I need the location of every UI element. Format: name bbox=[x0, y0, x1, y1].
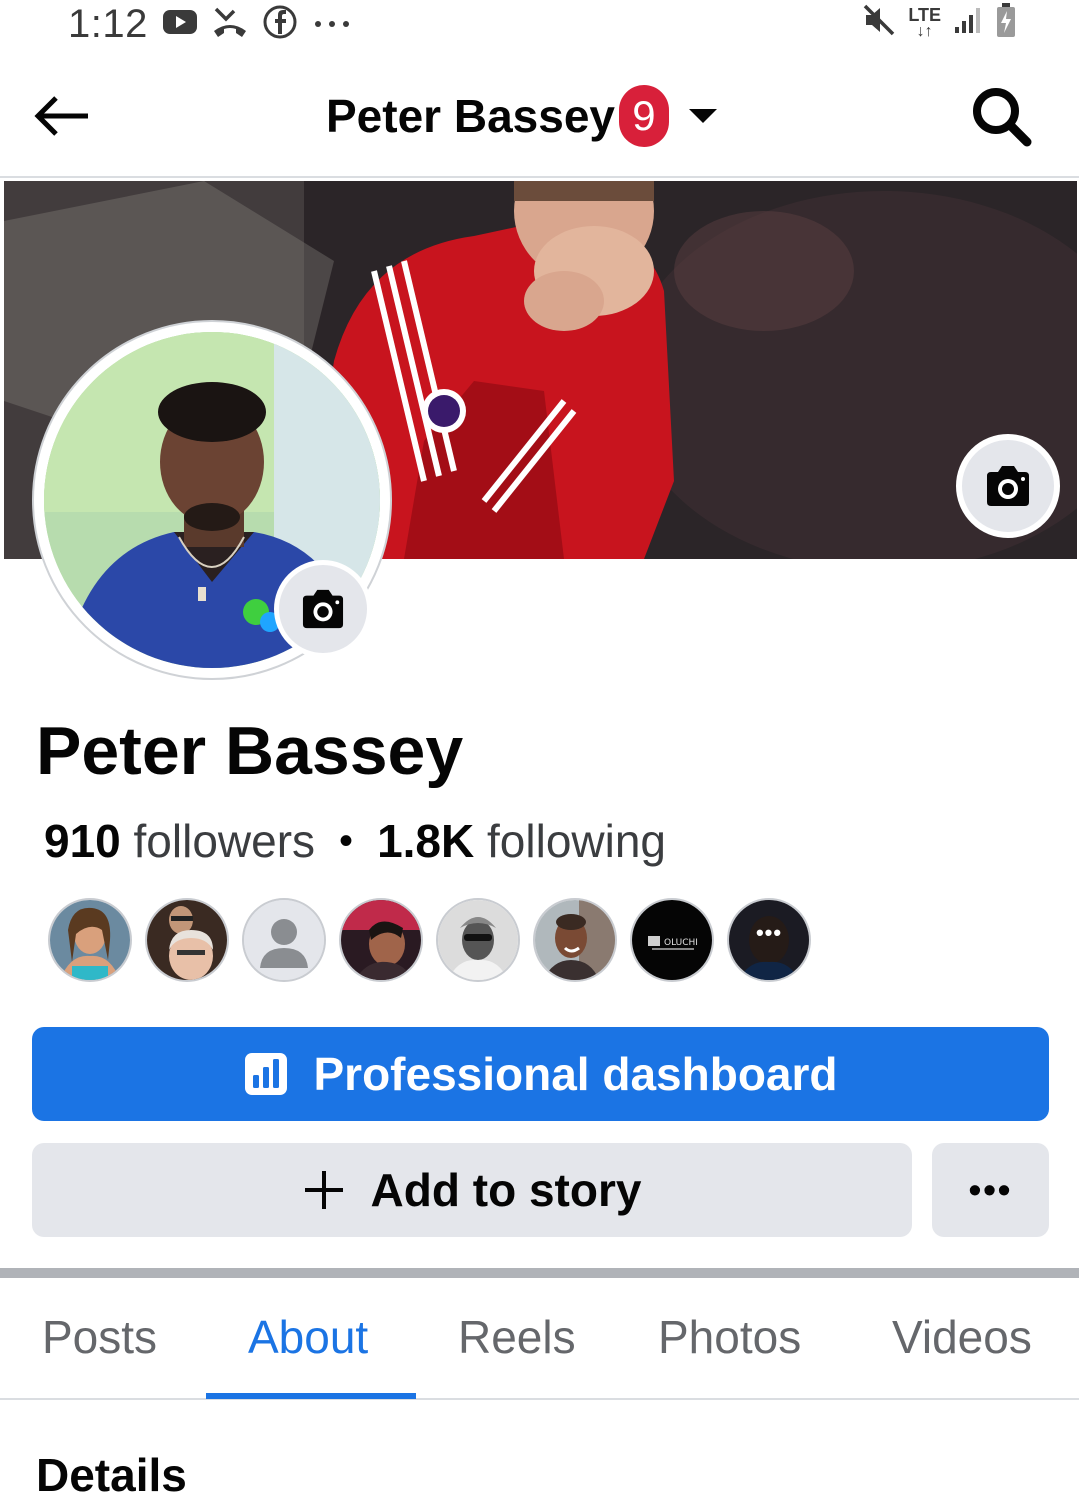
status-icons-right: LTE ↓↑ bbox=[862, 2, 1017, 43]
followers-label: followers bbox=[133, 815, 316, 867]
see-more-friends-button[interactable]: ••• bbox=[727, 898, 811, 982]
add-to-story-button[interactable]: Add to story bbox=[32, 1143, 912, 1237]
following-label: following bbox=[487, 815, 667, 867]
followers-link[interactable]: 910 followers bbox=[44, 814, 315, 868]
followers-count: 910 bbox=[44, 815, 121, 867]
friend-avatar[interactable] bbox=[339, 898, 423, 982]
tab-about[interactable]: About bbox=[248, 1310, 368, 1364]
more-friends-glyph: ••• bbox=[755, 920, 783, 945]
camera-icon bbox=[987, 466, 1029, 506]
missed-call-icon bbox=[212, 5, 248, 44]
friend-photo-image: OLUCHI bbox=[632, 900, 712, 980]
tab-posts[interactable]: Posts bbox=[42, 1310, 157, 1364]
following-count: 1.8K bbox=[377, 815, 475, 867]
youtube-icon bbox=[162, 7, 198, 42]
friend-avatar[interactable] bbox=[533, 898, 617, 982]
friend-photo-image bbox=[438, 900, 518, 980]
friend-photo-image bbox=[50, 900, 130, 980]
edit-cover-button[interactable] bbox=[956, 434, 1060, 538]
lte-icon: LTE ↓↑ bbox=[908, 4, 941, 40]
friend-avatar[interactable] bbox=[436, 898, 520, 982]
battery-charging-icon bbox=[995, 2, 1017, 43]
status-icons-left bbox=[162, 4, 352, 45]
profile-name: Peter Bassey bbox=[36, 713, 464, 789]
more-options-button[interactable]: ••• bbox=[932, 1143, 1049, 1237]
professional-dashboard-label: Professional dashboard bbox=[313, 1048, 838, 1100]
friend-photo-image bbox=[535, 900, 615, 980]
plus-icon bbox=[304, 1171, 343, 1209]
friend-avatar[interactable] bbox=[145, 898, 229, 982]
header-title: Peter Bassey bbox=[326, 90, 615, 142]
friend-photo-image bbox=[341, 900, 421, 980]
more-dots-icon bbox=[312, 12, 352, 37]
caret-down-icon bbox=[688, 109, 717, 123]
mute-icon bbox=[862, 3, 896, 42]
search-icon bbox=[973, 88, 1032, 147]
search-button[interactable] bbox=[969, 84, 1035, 150]
friend-avatar[interactable]: OLUCHI bbox=[630, 898, 714, 982]
more-dots-icon: ••• bbox=[968, 1169, 1013, 1210]
tab-photos[interactable]: Photos bbox=[658, 1310, 801, 1364]
app-header: Peter Bassey 9 bbox=[0, 60, 1079, 178]
active-tab-indicator bbox=[206, 1393, 416, 1399]
section-divider bbox=[0, 1268, 1079, 1278]
status-bar: 1:12 LTE ↓↑ bbox=[0, 0, 1079, 48]
friend-photo-image bbox=[147, 900, 227, 980]
default-user-icon bbox=[244, 900, 324, 980]
add-to-story-label: Add to story bbox=[370, 1164, 642, 1216]
network-label: LTE bbox=[908, 4, 941, 25]
friend-avatar[interactable] bbox=[48, 898, 132, 982]
status-time: 1:12 bbox=[68, 2, 148, 46]
arrow-left-icon bbox=[34, 96, 88, 136]
camera-icon bbox=[302, 589, 344, 629]
professional-dashboard-button[interactable]: Professional dashboard bbox=[32, 1027, 1049, 1121]
following-link[interactable]: 1.8K following bbox=[377, 814, 666, 868]
profile-tabs: Posts About Reels Photos Videos bbox=[0, 1278, 1079, 1400]
back-button[interactable] bbox=[30, 88, 94, 144]
facebook-icon bbox=[262, 4, 298, 45]
friend-avatar[interactable] bbox=[242, 898, 326, 982]
edit-avatar-button[interactable] bbox=[274, 560, 372, 658]
tab-videos[interactable]: Videos bbox=[892, 1310, 1032, 1364]
follow-stats: 910 followers • 1.8K following bbox=[44, 814, 666, 868]
details-heading: Details bbox=[36, 1449, 187, 1501]
profile-switcher[interactable]: Peter Bassey 9 bbox=[326, 84, 717, 148]
separator-dot: • bbox=[339, 818, 354, 863]
dashboard-chart-icon bbox=[245, 1053, 288, 1095]
svg-text:OLUCHI: OLUCHI bbox=[664, 938, 698, 948]
signal-icon bbox=[953, 5, 983, 40]
notification-badge: 9 bbox=[618, 85, 669, 147]
tab-reels[interactable]: Reels bbox=[458, 1310, 576, 1364]
friends-avatar-row: OLUCHI ••• bbox=[48, 898, 811, 982]
